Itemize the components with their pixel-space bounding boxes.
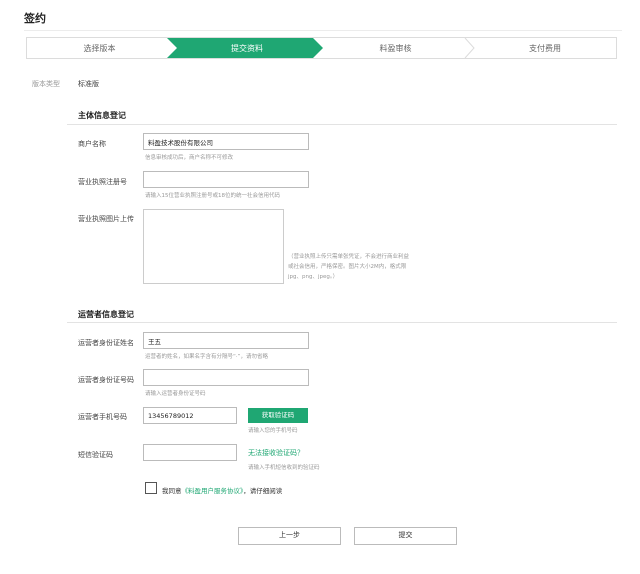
operator-id-no-label: 运营者身份证号码 — [78, 376, 134, 384]
get-code-button[interactable]: 获取验证码 — [248, 408, 308, 423]
operator-phone-label: 运营者手机号码 — [78, 413, 127, 421]
agreement-prefix: 我同意 — [162, 487, 182, 495]
license-no-label: 营业执照注册号 — [78, 178, 127, 186]
operator-id-name-label: 运营者身份证姓名 — [78, 339, 134, 347]
version-type-value: 标准版 — [78, 80, 99, 88]
agreement-suffix: ，请仔细阅读 — [243, 487, 283, 495]
agree-checkbox[interactable] — [145, 482, 157, 494]
operator-id-name-input[interactable] — [143, 332, 309, 349]
operator-id-name-hint: 运营者的姓名，如果名字含有分隔号“·”，请勿省略 — [145, 354, 268, 360]
page-title: 签约 — [24, 12, 46, 25]
operator-section-title: 运营者信息登记 — [78, 310, 134, 319]
cannot-receive-code-link[interactable]: 无法接收验证码？ — [248, 448, 304, 458]
version-type-label: 版本类型 — [32, 80, 60, 88]
license-no-input[interactable] — [143, 171, 309, 188]
step-submit-info: 提交资料 — [231, 44, 263, 53]
license-upload-hint: （营业执照上传只需单张凭证，不会进行商业利益或社会信用，严格保密。图片大小2M内… — [288, 254, 410, 280]
merchant-name-label: 商户名称 — [78, 140, 106, 148]
operator-id-no-hint: 请输入运营者身份证号码 — [145, 391, 206, 397]
submit-button[interactable]: 提交 — [354, 527, 457, 545]
merchant-name-hint: 信息审核成功后，商户名称不可修改 — [145, 155, 234, 161]
sms-code-input[interactable] — [143, 444, 237, 461]
title-divider — [24, 30, 622, 31]
subject-section-divider — [67, 124, 617, 125]
merchant-name-input[interactable] — [143, 133, 309, 150]
step-payment: 支付费用 — [529, 44, 561, 53]
sms-code-hint: 请输入手机短信收到的验证码 — [248, 465, 320, 471]
operator-phone-hint: 请输入您的手机号码 — [248, 428, 298, 434]
license-upload-label: 营业执照图片上传 — [78, 215, 134, 223]
sms-code-label: 短信验证码 — [78, 451, 113, 459]
step-progress-bar: 选择版本 提交资料 料盈审核 支付费用 — [26, 37, 617, 59]
service-agreement-link[interactable]: 《料盈用户服务协议》 — [182, 487, 244, 495]
agreement-text: 我同意《料盈用户服务协议》，请仔细阅读 — [162, 485, 282, 495]
step-select-version: 选择版本 — [83, 44, 116, 53]
operator-section-divider — [67, 322, 617, 323]
license-no-hint: 请输入15位营业执照注册号或18位的统一社会信用代码 — [145, 193, 280, 199]
step-review: 料盈审核 — [379, 44, 412, 53]
license-upload-area[interactable] — [143, 209, 284, 284]
subject-section-title: 主体信息登记 — [78, 111, 126, 120]
prev-step-button[interactable]: 上一步 — [238, 527, 341, 545]
operator-id-no-input[interactable] — [143, 369, 309, 386]
operator-phone-input[interactable] — [143, 407, 237, 424]
